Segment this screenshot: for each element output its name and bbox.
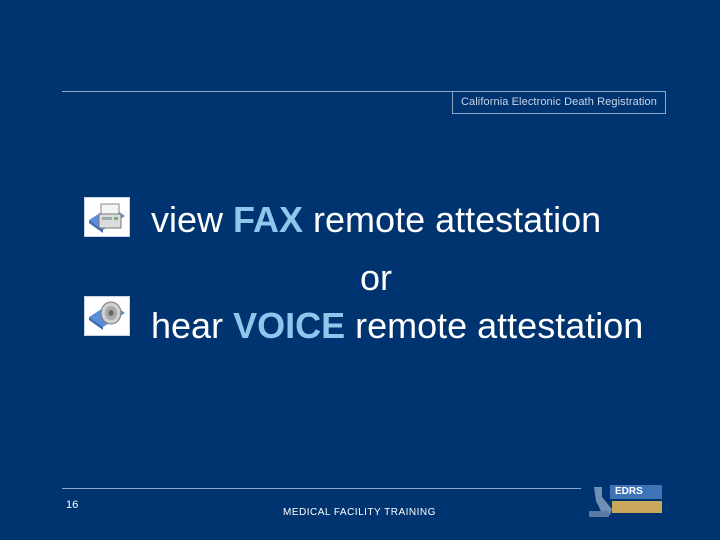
line1-suffix: remote attestation bbox=[303, 199, 602, 240]
banner-title: California Electronic Death Registration bbox=[452, 91, 666, 114]
voice-attestation-line: hear VOICE remote attestation bbox=[151, 305, 643, 347]
edrs-logo: EDRS bbox=[588, 483, 668, 519]
voice-highlight: VOICE bbox=[233, 305, 346, 346]
bottom-divider bbox=[62, 488, 581, 489]
fax-highlight: FAX bbox=[233, 199, 304, 240]
slide: California Electronic Death Registration… bbox=[0, 0, 720, 540]
line1-prefix: view bbox=[151, 199, 234, 240]
footer-title: MEDICAL FACILITY TRAINING bbox=[283, 507, 436, 518]
speaker-icon[interactable] bbox=[84, 296, 130, 336]
or-line: or bbox=[360, 257, 393, 298]
fax-attestation-line: view FAX remote attestation bbox=[151, 199, 601, 241]
fax-icon[interactable] bbox=[84, 197, 130, 237]
line3-prefix: hear bbox=[151, 305, 234, 346]
page-number: 16 bbox=[66, 499, 79, 511]
line3-suffix: remote attestation bbox=[345, 305, 644, 346]
logo-text: EDRS bbox=[615, 486, 643, 497]
